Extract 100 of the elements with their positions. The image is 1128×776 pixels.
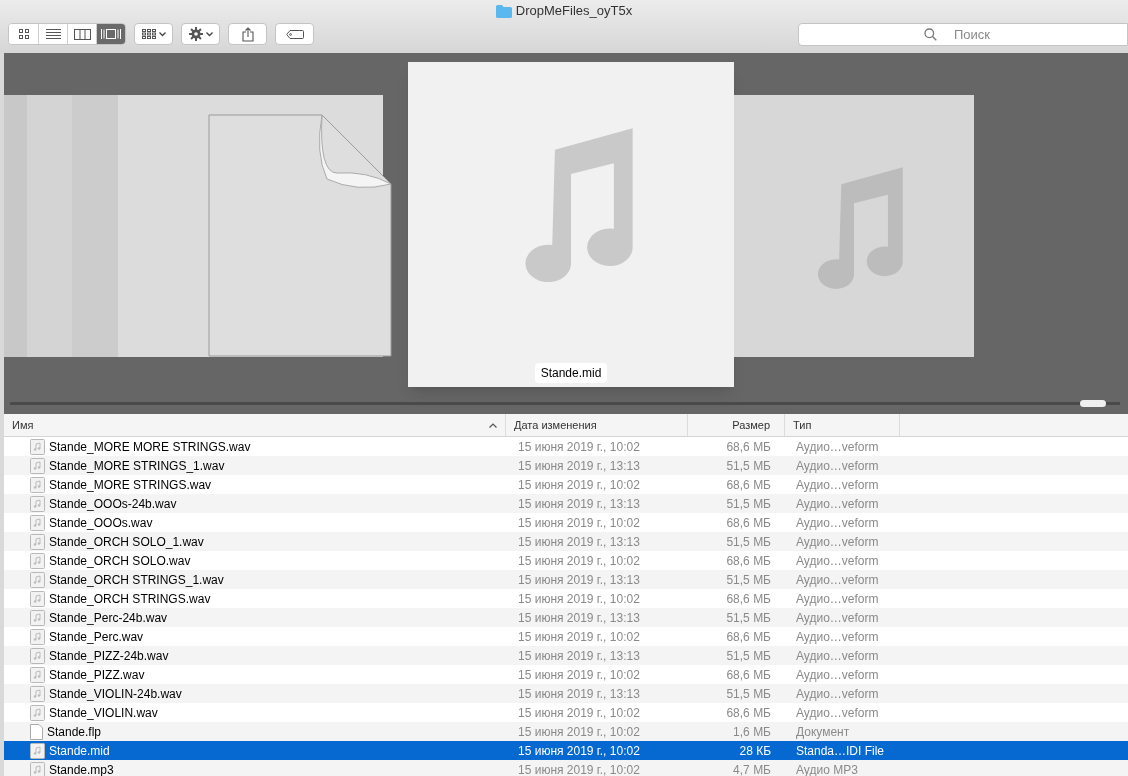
file-type: Документ (796, 724, 850, 739)
file-name: Stande_VIOLIN-24b.wav (49, 685, 182, 703)
audio-file-icon (30, 495, 45, 512)
audio-file-icon (30, 761, 45, 776)
modified-date: 15 июня 2019 г., 10:02 (518, 667, 640, 682)
file-row[interactable]: Stande_OOOs-24b.wav 15 июня 2019 г., 13:13 51,5 МБ Аудио…veform (4, 494, 1128, 513)
file-type: Аудио…veform (796, 439, 879, 454)
file-name: Stande.mid (49, 742, 110, 760)
file-size: 4,7 МБ (733, 762, 771, 776)
modified-date: 15 июня 2019 г., 10:02 (518, 743, 640, 758)
settings-icon (188, 27, 203, 41)
modified-date: 15 июня 2019 г., 10:02 (518, 705, 640, 720)
file-size: 51,5 МБ (726, 534, 771, 549)
share-icon (241, 26, 254, 42)
file-type: Аудио…veform (796, 572, 879, 587)
file-size: 1,6 МБ (733, 724, 771, 739)
file-row[interactable]: Stande_VIOLIN-24b.wav 15 июня 2019 г., 13:13 51,5 МБ Аудио…veform (4, 684, 1128, 703)
file-row[interactable]: Stande_MORE STRINGS_1.wav 15 июня 2019 г., 13:13 51,5 МБ Аудио…veform (4, 456, 1128, 475)
file-row[interactable]: Stande_ORCH STRINGS_1.wav 15 июня 2019 г., 13:13 51,5 МБ Аудио…veform (4, 570, 1128, 589)
file-size: 68,6 МБ (726, 553, 771, 568)
audio-file-icon (30, 514, 45, 531)
list-view-icon (45, 29, 61, 39)
modified-date: 15 июня 2019 г., 13:13 (518, 534, 640, 549)
file-name: Stande.mp3 (49, 761, 114, 776)
file-size: 68,6 МБ (726, 477, 771, 492)
file-type: Аудио…veform (796, 629, 879, 644)
audio-file-icon (30, 666, 45, 683)
file-size: 51,5 МБ (726, 686, 771, 701)
file-name: Stande_MORE MORE STRINGS.wav (49, 438, 251, 456)
file-name: Stande_ORCH SOLO_1.wav (49, 533, 204, 551)
file-row[interactable]: Stande.flp 15 июня 2019 г., 10:02 1,6 МБ Документ (4, 722, 1128, 741)
file-size: 51,5 МБ (726, 572, 771, 587)
column-header[interactable]: Дата изменения (506, 414, 688, 436)
share-button[interactable] (228, 23, 267, 45)
modified-date: 15 июня 2019 г., 13:13 (518, 610, 640, 625)
file-type: Аудио…veform (796, 458, 879, 473)
file-name: Stande_MORE STRINGS.wav (49, 476, 212, 494)
file-type: Аудио…veform (796, 667, 879, 682)
modified-date: 15 июня 2019 г., 10:02 (518, 724, 640, 739)
file-name: Stande_PIZZ.wav (49, 666, 145, 684)
scrollbar-thumb[interactable] (1080, 400, 1106, 407)
file-size: 51,5 МБ (726, 610, 771, 625)
file-size: 51,5 МБ (726, 496, 771, 511)
audio-file-icon (30, 628, 45, 645)
modified-date: 15 июня 2019 г., 10:02 (518, 762, 640, 776)
modified-date: 15 июня 2019 г., 13:13 (518, 496, 640, 511)
file-name: Stande_VIOLIN.wav (49, 704, 158, 722)
file-row[interactable]: Stande_Perc-24b.wav 15 июня 2019 г., 13:13 51,5 МБ Аудио…veform (4, 608, 1128, 627)
modified-date: 15 июня 2019 г., 10:02 (518, 477, 640, 492)
audio-file-icon (30, 457, 45, 474)
audio-file-icon (30, 590, 45, 607)
audio-file-icon (30, 533, 45, 550)
chevron-down-icon (205, 31, 213, 37)
file-name: Stande_ORCH STRINGS_1.wav (49, 571, 224, 589)
audio-file-icon (30, 647, 45, 664)
view-mode-button[interactable] (96, 24, 125, 44)
column-view-icon (73, 28, 91, 40)
modified-date: 15 июня 2019 г., 13:13 (518, 572, 640, 587)
file-name: Stande_ORCH SOLO.wav (49, 552, 191, 570)
audio-file-icon (30, 571, 45, 588)
modified-date: 15 июня 2019 г., 10:02 (518, 439, 640, 454)
tag-button[interactable] (275, 23, 314, 45)
file-size: 68,6 МБ (726, 439, 771, 454)
audio-file-icon (30, 742, 45, 759)
search-field[interactable]: Поиск (798, 22, 1128, 46)
file-size: 68,6 МБ (726, 515, 771, 530)
file-type: Аудио…veform (796, 496, 879, 511)
file-row[interactable]: Stande_PIZZ-24b.wav 15 июня 2019 г., 13:13 51,5 МБ Аудио…veform (4, 646, 1128, 665)
file-row[interactable]: Stande_ORCH SOLO_1.wav 15 июня 2019 г., 13:13 51,5 МБ Аудио…veform (4, 532, 1128, 551)
column-header[interactable]: Имя (4, 414, 506, 436)
file-name: Stande_OOOs-24b.wav (49, 495, 177, 513)
search-icon (924, 27, 937, 41)
file-type: Standa…IDI File (796, 743, 885, 758)
file-name: Stande_Perc-24b.wav (49, 609, 168, 627)
document-icon (207, 113, 393, 358)
column-header[interactable]: Размер (688, 414, 785, 436)
audio-file-icon (30, 476, 45, 493)
file-type: Аудио…veform (796, 705, 879, 720)
file-row[interactable]: Stande.mp3 15 июня 2019 г., 10:02 4,7 МБ Аудио MP3 (4, 760, 1128, 776)
sort-caret-icon (489, 422, 497, 428)
audio-file-icon (30, 552, 45, 569)
file-name: Stande_Perc.wav (49, 628, 144, 646)
group-button[interactable] (134, 23, 173, 45)
file-type: Аудио…veform (796, 648, 879, 663)
file-type: Аудио…veform (796, 553, 879, 568)
action-button[interactable] (181, 23, 220, 45)
file-name: Stande_OOOs.wav (49, 514, 153, 532)
file-size: 68,6 МБ (726, 591, 771, 606)
audio-file-icon (30, 438, 45, 455)
column-header[interactable]: Тип (785, 414, 900, 436)
file-preview[interactable]: Stande.mid (408, 62, 734, 387)
file-name: Stande.flp (47, 723, 102, 741)
audio-file-icon (30, 609, 45, 626)
modified-date: 15 июня 2019 г., 10:02 (518, 591, 640, 606)
file-row[interactable]: Stande.mid 15 июня 2019 г., 10:02 28 КБ Standa…IDI File (4, 741, 1128, 760)
file-type: Аудио…veform (796, 534, 879, 549)
file-size: 51,5 МБ (726, 458, 771, 473)
modified-date: 15 июня 2019 г., 10:02 (518, 553, 640, 568)
file-size: 68,6 МБ (726, 629, 771, 644)
folder-icon (495, 4, 512, 18)
